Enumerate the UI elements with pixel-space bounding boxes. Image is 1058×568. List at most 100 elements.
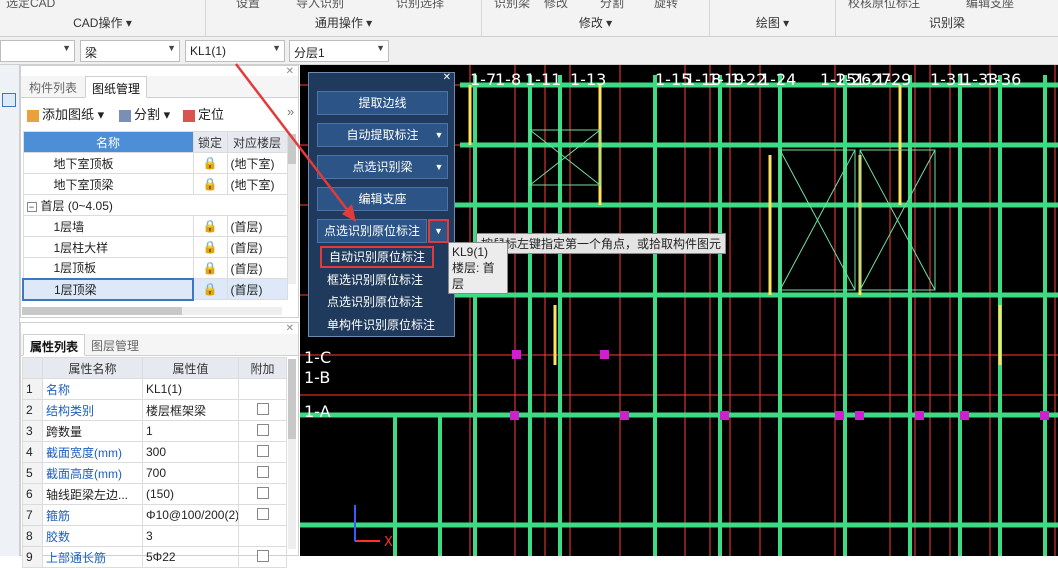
ribbon-split[interactable]: 分割 [600, 0, 624, 11]
type-select[interactable]: 梁 ▼ [80, 40, 180, 62]
ribbon-recognize-beam[interactable]: 识别梁 [494, 0, 530, 11]
split-button[interactable]: 分割 ▾ [119, 104, 170, 123]
lock-icon[interactable]: 🔒 [192, 278, 228, 300]
close-icon[interactable]: ✕ [286, 323, 294, 334]
prop-name: 截面高度(mm) [42, 462, 143, 484]
edit-support-button[interactable]: 编辑支座 [317, 187, 448, 211]
ribbon-recognize-select[interactable]: 识别选择 [396, 0, 444, 11]
checkbox[interactable] [256, 486, 269, 499]
add-drawing-button[interactable]: 添加图纸 ▾ [27, 104, 104, 123]
tab-drawing-management[interactable]: 图纸管理 [85, 76, 148, 98]
table-row[interactable]: 1层墙 🔒 (首层) [22, 215, 288, 237]
collapse-icon[interactable]: − [26, 201, 37, 212]
menu-box-recognize-annotation[interactable]: 框选识别原位标注 [320, 269, 452, 291]
prop-value[interactable]: 1 [142, 420, 239, 442]
property-row[interactable]: 4 截面宽度(mm) 300 [22, 441, 287, 463]
checkbox[interactable] [256, 402, 269, 415]
point-recognize-annotation-button[interactable]: 点选识别原位标注 [317, 219, 427, 243]
property-panel: ✕ 属性列表 图层管理 属性名称 属性值 附加 1 名称 KL1(1) 2 结构类别 楼层框架… [20, 322, 299, 568]
chevron-down-icon: ▼ [62, 43, 71, 53]
ribbon-settings[interactable]: 设置 [236, 0, 260, 11]
extract-edge-button[interactable]: 提取边线 [317, 91, 448, 115]
table-row[interactable]: 1层顶梁 🔒 (首层) [22, 277, 288, 301]
table-row[interactable]: 1层柱大样 🔒 (首层) [22, 236, 288, 258]
close-icon[interactable]: ✕ [443, 72, 451, 83]
point-recognize-beam-button[interactable]: 点选识别梁 ▼ [317, 155, 448, 179]
ribbon-rotate[interactable]: 旋转 [654, 0, 678, 11]
prop-value[interactable]: 3 [142, 525, 239, 547]
menu-single-recognize-annotation[interactable]: 单构件识别原位标注 [320, 314, 452, 336]
prop-value[interactable]: 楼层框架梁 [142, 399, 239, 421]
chevron-down-icon[interactable]: ▼ [431, 124, 447, 146]
header-name: 名称 [22, 131, 194, 153]
prop-value[interactable]: Φ10@100/200(2) [142, 504, 239, 526]
table-row[interactable]: 1层顶板 🔒 (首层) [22, 257, 288, 279]
left-strip [0, 65, 20, 556]
ribbon-select-cad[interactable]: 选定CAD [6, 0, 55, 11]
checkbox[interactable] [256, 444, 269, 457]
more-icon[interactable]: » [287, 104, 294, 119]
table-row[interactable]: 地下室顶板 🔒 (地下室) [22, 152, 288, 174]
menu-auto-recognize-annotation[interactable]: 自动识别原位标注 [320, 246, 434, 268]
chevron-down-icon[interactable]: ▼ [431, 156, 447, 178]
prop-value[interactable]: 5Φ22 [142, 546, 239, 568]
vertical-scrollbar[interactable] [288, 134, 296, 284]
row-floor: (地下室) [226, 152, 288, 174]
component-select[interactable]: KL1(1) ▼ [185, 40, 285, 62]
auto-extract-annotation-button[interactable]: 自动提取标注 ▼ [317, 123, 448, 147]
vertical-scrollbar[interactable] [288, 359, 296, 549]
axis-label: 1-36 [985, 70, 1021, 89]
lock-icon[interactable]: 🔒 [192, 173, 228, 195]
prop-name: 轴线距梁左边... [42, 483, 143, 505]
menu-point-recognize-annotation[interactable]: 点选识别原位标注 [320, 291, 452, 313]
table-row[interactable]: 地下室顶梁 🔒 (地下室) [22, 173, 288, 195]
prop-value[interactable]: KL1(1) [142, 378, 239, 400]
ribbon-modify[interactable]: 修改 [544, 0, 568, 11]
checkbox[interactable] [256, 423, 269, 436]
prop-value[interactable]: (150) [142, 483, 239, 505]
drawing-panel: ✕ 构件列表 图纸管理 添加图纸 ▾ 分割 ▾ 定位 » 名称 锁定 对应楼层 地下… [20, 65, 299, 318]
tab-component-list[interactable]: 构件列表 [23, 76, 83, 98]
property-row[interactable]: 8 胶数 3 [22, 525, 287, 547]
lock-icon[interactable]: 🔒 [192, 215, 228, 237]
locate-button[interactable]: 定位 [183, 104, 224, 123]
checkbox[interactable] [256, 465, 269, 478]
prop-value[interactable]: 300 [142, 441, 239, 463]
lock-icon[interactable]: 🔒 [192, 257, 228, 279]
panel-toggle-icon[interactable] [2, 93, 16, 107]
lock-icon[interactable]: 🔒 [192, 236, 228, 258]
column [835, 411, 844, 420]
prop-value[interactable]: 700 [142, 462, 239, 484]
scroll-thumb[interactable] [288, 359, 296, 439]
tab-layer-management[interactable]: 图层管理 [85, 334, 145, 356]
header-lock: 锁定 [192, 131, 228, 153]
tab-property-list[interactable]: 属性列表 [23, 334, 86, 356]
table-row[interactable]: − 首层 (0~4.05) [22, 194, 288, 216]
ribbon-edit-support[interactable]: 编辑支座 [966, 0, 1014, 11]
lock-icon[interactable]: 🔒 [192, 152, 228, 174]
property-table: 属性名称 属性值 附加 1 名称 KL1(1) 2 结构类别 楼层框架梁 3 跨数量 1 4 截面宽度(… [22, 357, 287, 568]
property-row[interactable]: 5 截面高度(mm) 700 [22, 462, 287, 484]
layer-select[interactable]: 分层1 ▼ [289, 40, 389, 62]
ribbon-import[interactable]: 导入识别 [296, 0, 344, 11]
dropdown-arrow-button[interactable]: ▼ [428, 219, 449, 243]
property-row[interactable]: 9 上部通长筋 5Φ22 [22, 546, 287, 568]
floor-select[interactable]: ▼ [0, 40, 75, 62]
scroll-thumb[interactable] [288, 134, 296, 164]
checkbox[interactable] [256, 507, 269, 520]
property-row[interactable]: 3 跨数量 1 [22, 420, 287, 442]
scroll-thumb[interactable] [22, 307, 182, 315]
axis-label: 1-8 [495, 70, 521, 89]
add-drawing-icon [27, 109, 39, 122]
cad-ops-caption[interactable]: CAD操作 ▾ [0, 14, 205, 31]
property-row[interactable]: 6 轴线距梁左边... (150) [22, 483, 287, 505]
horizontal-scrollbar[interactable] [22, 307, 282, 315]
ribbon-check-annotation[interactable]: 校核原位标注 [848, 0, 920, 11]
header-prop-name: 属性名称 [42, 357, 143, 379]
property-row[interactable]: 7 箍筋 Φ10@100/200(2) [22, 504, 287, 526]
property-row[interactable]: 1 名称 KL1(1) [22, 378, 287, 400]
property-row[interactable]: 2 结构类别 楼层框架梁 [22, 399, 287, 421]
draw-caption[interactable]: 绘图 ▾ [710, 14, 835, 31]
general-ops-caption[interactable]: 通用操作 ▾ [206, 14, 481, 31]
modify-caption[interactable]: 修改 ▾ [482, 14, 709, 31]
